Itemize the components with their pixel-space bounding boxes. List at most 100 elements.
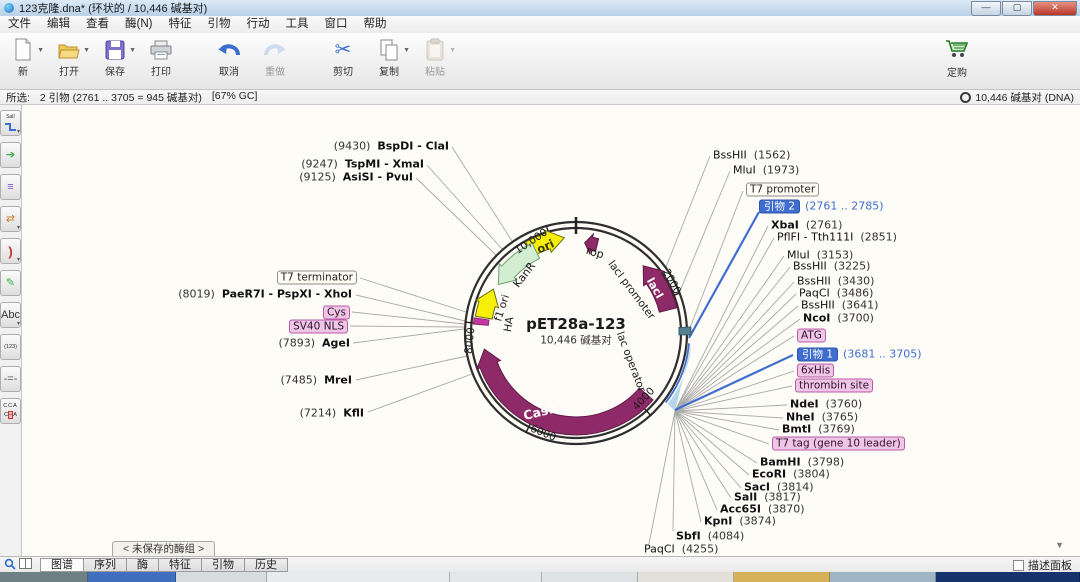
dropdown-arrow-icon[interactable]: ▼ (83, 47, 90, 54)
enzyme-label[interactable]: BssHII (3225) (793, 260, 870, 273)
dropdown-arrow-icon[interactable]: ▼ (129, 47, 136, 54)
feature-lac-operator-marker[interactable] (679, 327, 691, 335)
sidebar-numbering-tool[interactable]: (123) (0, 334, 21, 360)
enzyme-label[interactable]: (9247) TspMI - XmaI (301, 158, 424, 171)
callout-line (675, 411, 749, 475)
toolbar-button-save[interactable]: 保存▼ (92, 37, 138, 78)
feature-box-label[interactable]: T7 tag (gene 10 leader) (772, 437, 905, 450)
gc-content: [67% GC] (212, 90, 258, 105)
sidebar-feature-arrow-tool[interactable]: ➔ (0, 142, 21, 168)
sidebar-alignment-tool[interactable]: CCAC–A (0, 398, 21, 424)
feature-box-label[interactable]: T7 promoter (746, 183, 819, 196)
enzyme-label[interactable]: NcoI (3700) (803, 312, 874, 325)
app-icon (4, 3, 14, 13)
enzyme-set-tab[interactable]: < 未保存的酶组 > (112, 541, 215, 557)
toolbar-button-new[interactable]: 新▼ (0, 37, 46, 78)
feature-HA[interactable] (473, 318, 489, 326)
toolbar-button-copy[interactable]: 复制▼ (366, 37, 412, 78)
toolbar-button-undo[interactable]: 取消 (206, 37, 252, 78)
split-view-icon[interactable] (19, 558, 32, 572)
close-button[interactable]: ✕ (1033, 1, 1077, 16)
enzyme-label[interactable]: NdeI (3760) (790, 398, 862, 411)
toolbar-button-open[interactable]: 打开▼ (46, 37, 92, 78)
dropdown-arrow-icon[interactable]: ▾ (17, 320, 20, 327)
taskbar-item[interactable] (542, 572, 638, 582)
tab-图谱[interactable]: 图谱 (40, 558, 84, 572)
dropdown-arrow-icon[interactable]: ▾ (17, 256, 20, 263)
sidebar-annotate-tool[interactable]: ✎ (0, 270, 21, 296)
enzyme-label[interactable]: PflFI - Tth111I (2851) (777, 231, 897, 244)
scroll-down-arrow[interactable]: ▼ (1055, 540, 1064, 550)
primer-label[interactable]: 引物 1(3681 .. 3705) (797, 347, 922, 362)
menu-item[interactable]: 特征 (160, 16, 199, 33)
enzyme-label[interactable]: BmtI (3769) (782, 423, 855, 436)
feature-box-label[interactable]: Cys (323, 306, 350, 319)
taskbar-item[interactable] (450, 572, 542, 582)
menu-item[interactable]: 窗口 (316, 16, 355, 33)
tab-引物[interactable]: 引物 (201, 558, 245, 572)
enzyme-label[interactable]: (9125) AsiSI - PvuI (299, 171, 413, 184)
enzyme-label[interactable]: (7485) MreI (280, 374, 352, 387)
minimize-button[interactable]: — (971, 1, 1001, 16)
feature-box-label[interactable]: SV40 NLS (289, 320, 348, 333)
toolbar-button-print[interactable]: 打印 (138, 37, 184, 78)
order-button[interactable]: 定购 (934, 37, 980, 79)
taskbar-item[interactable] (936, 572, 1080, 582)
enzyme-label[interactable]: BssHII (3641) (801, 299, 878, 312)
menu-item[interactable]: 文件 (0, 16, 39, 33)
maximize-button[interactable]: ▢ (1002, 1, 1032, 16)
dropdown-arrow-icon[interactable]: ▾ (17, 224, 20, 231)
menu-item[interactable]: 帮助 (355, 16, 394, 33)
redo-icon (252, 37, 298, 63)
sidebar-enzyme-tool[interactable]: SalI▾ (0, 110, 21, 136)
print-icon (138, 37, 184, 63)
feature-box-label[interactable]: thrombin site (795, 379, 873, 392)
sidebar-translation-arc-tool[interactable]: )▾ (0, 238, 21, 264)
enzyme-label[interactable]: PaqCI (4255) (644, 543, 718, 556)
dropdown-arrow-icon[interactable]: ▼ (37, 47, 44, 54)
menu-item[interactable]: 编辑 (39, 16, 78, 33)
zoom-search-icon[interactable] (4, 558, 16, 573)
enzyme-label[interactable]: EcoRI (3804) (752, 468, 830, 481)
menu-item[interactable]: 行动 (238, 16, 277, 33)
enzyme-label[interactable]: BssHII (1562) (713, 149, 790, 162)
toolbar-button-cut[interactable]: ✂剪切 (320, 37, 366, 78)
sidebar-primer-tool[interactable]: ≡ (0, 174, 21, 200)
feature-box-label[interactable]: T7 terminator (277, 271, 357, 284)
enzyme-label[interactable]: (8019) PaeR7I - PspXI - XhoI (178, 288, 352, 301)
menu-item[interactable]: 查看 (78, 16, 117, 33)
tab-特征[interactable]: 特征 (158, 558, 202, 572)
describe-panel-checkbox[interactable] (1013, 560, 1024, 571)
dropdown-arrow-icon[interactable]: ▼ (449, 47, 456, 54)
taskbar-item[interactable] (267, 572, 450, 582)
enzyme-label[interactable]: SbfI (4084) (676, 530, 744, 543)
enzyme-label[interactable]: (7214) KflI (300, 407, 364, 420)
feature-box-label[interactable]: 6xHis (797, 364, 834, 377)
primer-label[interactable]: 引物 2(2761 .. 2785) (759, 199, 884, 214)
dropdown-arrow-icon[interactable]: ▼ (403, 47, 410, 54)
taskbar-item[interactable] (0, 572, 88, 582)
taskbar-item[interactable] (734, 572, 830, 582)
feature-arrow-tool-icon: ➔ (6, 151, 15, 160)
sequence-length: 10,446 碱基对 (DNA) (975, 90, 1074, 105)
dropdown-arrow-icon[interactable]: ▾ (17, 128, 20, 135)
menu-item[interactable]: 引物 (199, 16, 238, 33)
sidebar-text-tool[interactable]: Abc▾ (0, 302, 21, 328)
enzyme-label[interactable]: (9430) BspDI - ClaI (334, 140, 449, 153)
tab-酶[interactable]: 酶 (126, 558, 159, 572)
sidebar-ruler-tool[interactable]: -=- (0, 366, 21, 392)
tab-历史[interactable]: 历史 (244, 558, 288, 572)
enzyme-label[interactable]: MluI (1973) (733, 164, 799, 177)
enzyme-label[interactable]: (7893) AgeI (278, 337, 350, 350)
taskbar-item[interactable] (88, 572, 176, 582)
taskbar-item[interactable] (830, 572, 936, 582)
menu-item[interactable]: 工具 (277, 16, 316, 33)
taskbar-item[interactable] (176, 572, 266, 582)
menu-item[interactable]: 酶(N) (117, 16, 160, 33)
orf-arrows-tool-icon: ⇄ (6, 215, 15, 224)
feature-box-label[interactable]: ATG (797, 329, 826, 342)
tab-序列[interactable]: 序列 (83, 558, 127, 572)
sidebar-orf-arrows-tool[interactable]: ⇄▾ (0, 206, 21, 232)
enzyme-label[interactable]: KpnI (3874) (704, 515, 776, 528)
taskbar-item[interactable] (638, 572, 734, 582)
